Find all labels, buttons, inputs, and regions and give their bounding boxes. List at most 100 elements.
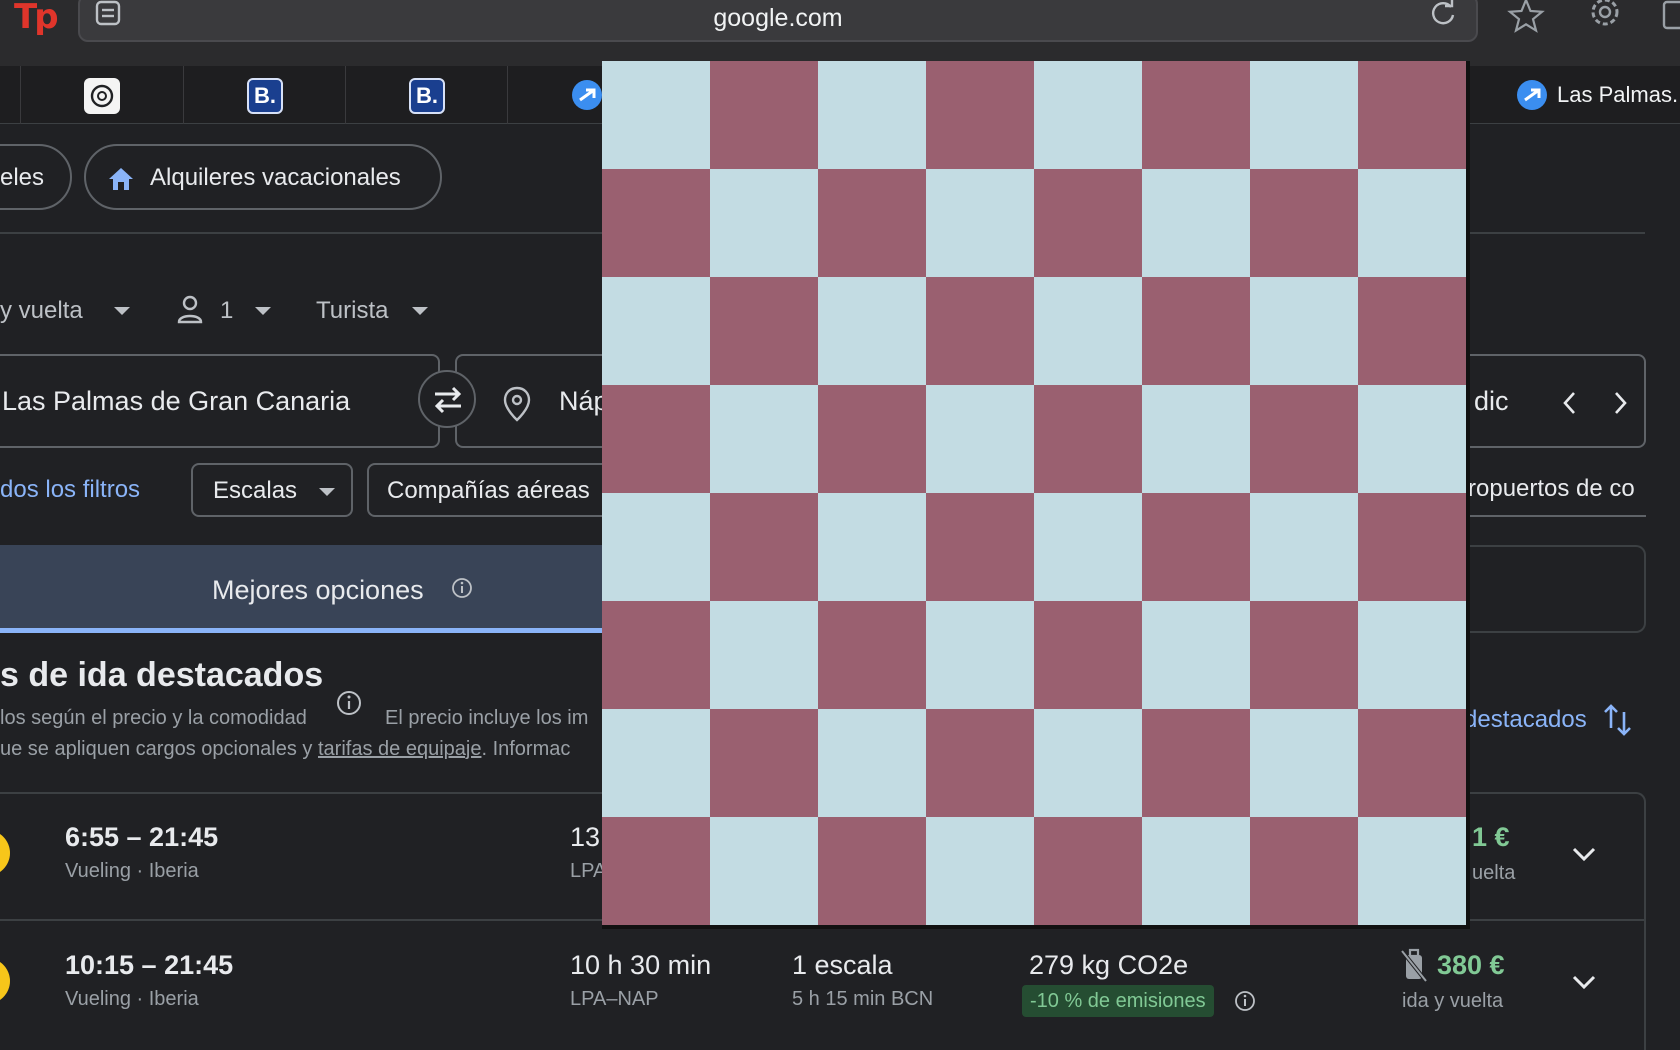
board-square [710, 817, 818, 925]
board-square [1034, 385, 1142, 493]
hotels-chip[interactable]: eles [0, 144, 72, 210]
board-square [818, 385, 926, 493]
board-square [1358, 817, 1466, 925]
board-square [1250, 277, 1358, 385]
price-note: El precio incluye los im [385, 707, 589, 729]
home-icon [109, 168, 133, 190]
sort-icon [1604, 704, 1631, 736]
board-square [1034, 61, 1142, 169]
board-square [1358, 601, 1466, 709]
board-square [1142, 169, 1250, 277]
board-square [1142, 61, 1250, 169]
tab-booking-1[interactable]: B. [183, 66, 345, 124]
board-square [1358, 385, 1466, 493]
tab-best-options[interactable]: Mejores opciones [0, 545, 640, 633]
board-square [710, 709, 818, 817]
tab-chatgpt[interactable] [20, 66, 183, 124]
flight-emissions: 279 kg CO2e [1029, 950, 1189, 980]
info-icon[interactable] [451, 577, 473, 599]
board-square [710, 61, 818, 169]
flight-stops: 1 escala [792, 950, 893, 980]
flight-price: 380 € [1437, 950, 1505, 980]
chevron-left-icon[interactable] [1560, 390, 1580, 416]
caret-down-icon [319, 488, 335, 496]
chatgpt-icon [84, 78, 120, 114]
flight-times[interactable]: 10:15 – 21:45 [65, 950, 233, 981]
plane-icon [572, 80, 602, 110]
cabin-select[interactable]: Turista [316, 297, 388, 325]
expand-chevron-icon[interactable] [1570, 840, 1598, 868]
board-square [602, 385, 710, 493]
star-icon[interactable] [1506, 0, 1546, 36]
board-square [1034, 277, 1142, 385]
flight-duration: 13 [570, 822, 601, 852]
board-square [818, 493, 926, 601]
board-square [1034, 169, 1142, 277]
origin-field[interactable]: Las Palmas de Gran Canaria [0, 354, 440, 448]
board-square [926, 61, 1034, 169]
board-square [1250, 385, 1358, 493]
trip-type-select[interactable]: y vuelta [0, 297, 83, 325]
board-square [818, 817, 926, 925]
url-text[interactable]: google.com [80, 4, 1476, 33]
flight-airlines: Vueling · Iberia [65, 988, 199, 1010]
sort-button[interactable]: destacados [1464, 704, 1631, 736]
flight-route: LPA [570, 860, 607, 882]
tab-cheapest[interactable] [1460, 545, 1646, 633]
origin-value: Las Palmas de Gran Canaria [2, 386, 351, 416]
swap-button[interactable] [418, 370, 476, 428]
browser-toolbar: Tp google.com [0, 0, 1680, 66]
board-square [1358, 61, 1466, 169]
caret-down-icon [114, 307, 130, 315]
booking-icon: B. [247, 78, 283, 114]
flight-layover: 5 h 15 min BCN [792, 988, 934, 1010]
board-square [602, 817, 710, 925]
airlines-filter[interactable]: Compañías aéreas [367, 463, 617, 517]
plane-icon [1517, 80, 1547, 110]
sort-label: destacados [1464, 706, 1587, 733]
gear-icon[interactable] [1585, 0, 1625, 36]
person-icon [177, 295, 203, 324]
tab-flights-1[interactable] [507, 66, 607, 124]
board-square [818, 169, 926, 277]
expand-chevron-icon[interactable] [1570, 968, 1598, 996]
tab-title[interactable]: Las Palmas. [1557, 82, 1678, 108]
tp-logo-icon[interactable]: Tp [14, 0, 58, 34]
info-icon[interactable] [336, 690, 362, 716]
board-square [926, 169, 1034, 277]
board-square [1358, 493, 1466, 601]
passengers-select[interactable]: 1 [220, 297, 233, 325]
chevron-right-icon[interactable] [1610, 390, 1630, 416]
all-filters-link[interactable]: dos los filtros [0, 476, 140, 504]
baggage-fees-link[interactable]: tarifas de equipaje [318, 738, 481, 760]
board-square [1034, 709, 1142, 817]
board-square [1034, 601, 1142, 709]
flight-times[interactable]: 6:55 – 21:45 [65, 822, 218, 853]
tab-booking-2[interactable]: B. [345, 66, 507, 124]
board-square [602, 61, 710, 169]
location-pin-icon [503, 386, 531, 422]
price-note: uelta [1472, 862, 1516, 884]
emissions-badge: -10 % de emisiones [1022, 985, 1214, 1017]
board-square [926, 817, 1034, 925]
date-value: dic [1474, 386, 1509, 416]
caret-down-icon [255, 307, 271, 315]
reload-icon[interactable] [1428, 0, 1458, 28]
board-square [1250, 817, 1358, 925]
destination-field[interactable]: Náp [455, 354, 615, 448]
board-square [710, 493, 818, 601]
board-square [710, 601, 818, 709]
stops-filter[interactable]: Escalas [191, 463, 353, 517]
vacation-rentals-chip[interactable]: Alquileres vacacionales [84, 144, 442, 210]
board-square [710, 385, 818, 493]
airports-filter[interactable]: ropuertos de co [1460, 463, 1646, 517]
board-square [1250, 601, 1358, 709]
board-square [926, 385, 1034, 493]
board-square [1142, 601, 1250, 709]
address-bar[interactable]: google.com [78, 0, 1478, 42]
date-field[interactable]: dic [1460, 354, 1646, 448]
board-square [818, 709, 926, 817]
info-icon[interactable] [1234, 990, 1256, 1012]
extension-icon[interactable] [1658, 0, 1680, 34]
flight-airlines: Vueling · Iberia [65, 860, 199, 882]
